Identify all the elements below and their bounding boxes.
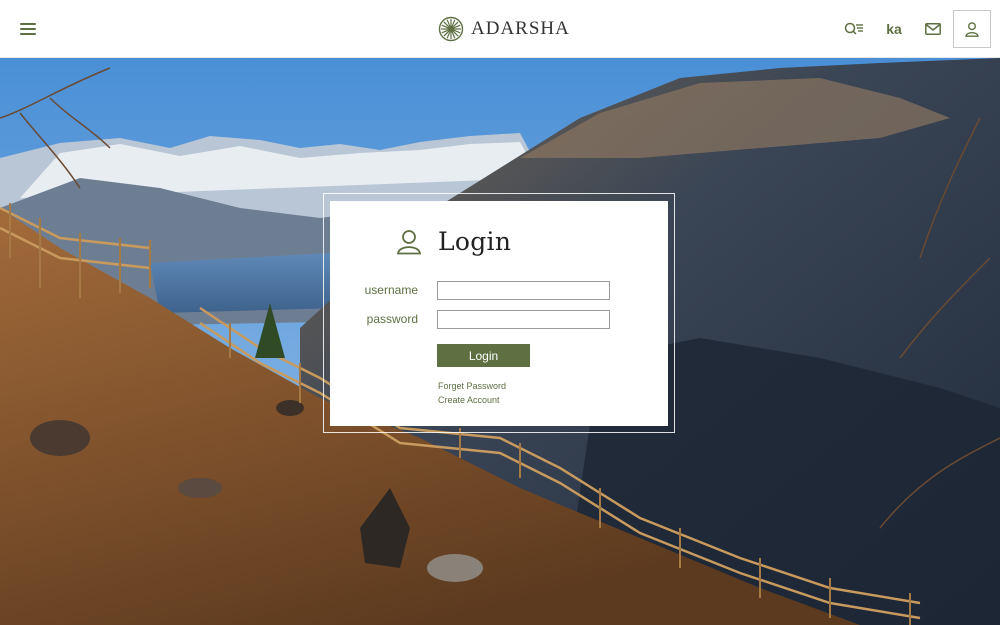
login-header: Login bbox=[396, 227, 511, 256]
password-label: password bbox=[366, 312, 418, 326]
login-title: Login bbox=[438, 227, 512, 256]
forget-password-link[interactable]: Forget Password bbox=[438, 381, 506, 391]
username-input[interactable] bbox=[437, 281, 610, 300]
login-button[interactable]: Login bbox=[437, 344, 530, 367]
create-account-link[interactable]: Create Account bbox=[438, 395, 500, 405]
brand-name: ADARSHA bbox=[471, 18, 570, 39]
user-icon bbox=[965, 21, 979, 37]
top-header: ADARSHA ka bbox=[0, 0, 1000, 58]
logo-icon bbox=[438, 16, 464, 42]
login-dialog: Login username password Login Forget Pas… bbox=[330, 201, 668, 426]
username-label: username bbox=[364, 283, 418, 297]
search-list-icon[interactable] bbox=[843, 18, 865, 40]
language-toggle[interactable]: ka bbox=[883, 18, 905, 40]
mail-icon[interactable] bbox=[923, 18, 943, 40]
password-input[interactable] bbox=[437, 310, 610, 329]
menu-icon[interactable] bbox=[20, 20, 40, 38]
brand[interactable]: ADARSHA bbox=[438, 16, 570, 42]
user-account-button[interactable] bbox=[953, 10, 991, 48]
user-icon bbox=[396, 229, 422, 254]
